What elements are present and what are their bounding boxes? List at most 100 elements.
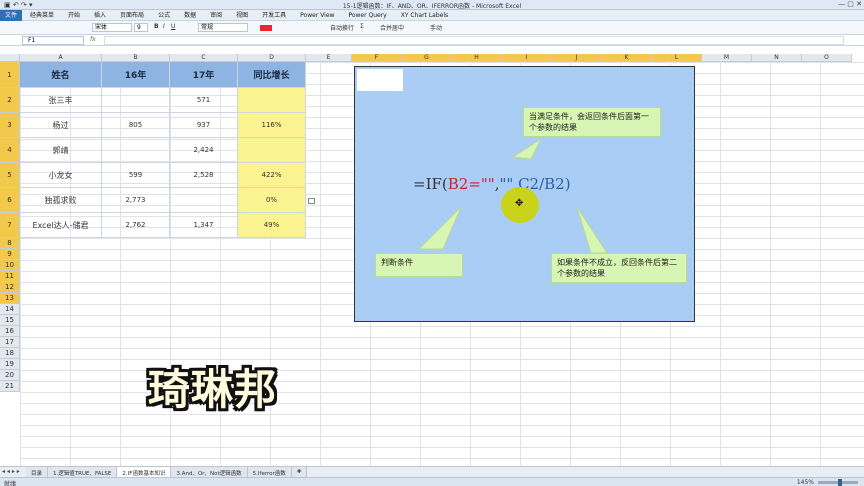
row-header-14[interactable]: 14 — [0, 304, 20, 315]
column-header-H[interactable]: H — [452, 54, 502, 62]
column-header-O[interactable]: O — [802, 54, 852, 62]
column-header-F[interactable]: F — [352, 54, 402, 62]
table-header-cell[interactable]: 16年 — [102, 62, 170, 88]
font-name-select[interactable]: 宋体 — [92, 23, 132, 32]
table-header-cell[interactable]: 17年 — [170, 62, 238, 88]
sheet-nav-arrows[interactable]: ◂ ◂ ▸ ▸ — [2, 468, 20, 475]
row-header-17[interactable]: 17 — [0, 337, 20, 348]
table-cell[interactable]: 2,773 — [102, 188, 170, 213]
menu-tab-6[interactable]: 审阅 — [210, 10, 222, 21]
table-cell[interactable]: 422% — [238, 163, 306, 188]
row-header-7[interactable]: 7 — [0, 213, 20, 238]
number-format-select[interactable]: 常规 — [198, 23, 248, 32]
font-color-icon[interactable] — [260, 25, 272, 31]
table-cell[interactable]: 2,762 — [102, 213, 170, 238]
row-header-10[interactable]: 10 — [0, 260, 20, 271]
sheet-tab-4[interactable]: 5.Iferror函数 — [247, 467, 292, 477]
table-cell[interactable]: 郭靖 — [20, 138, 102, 163]
menu-tab-2[interactable]: 插入 — [94, 10, 106, 21]
column-header-K[interactable]: K — [602, 54, 652, 62]
table-cell[interactable]: 2,528 — [170, 163, 238, 188]
table-cell[interactable]: Excel达人-储君 — [20, 213, 102, 238]
table-cell[interactable]: 49% — [238, 213, 306, 238]
name-box[interactable]: F1 — [22, 36, 84, 45]
column-header-I[interactable]: I — [502, 54, 552, 62]
table-cell[interactable]: 116% — [238, 113, 306, 138]
row-header-15[interactable]: 15 — [0, 315, 20, 326]
row-header-3[interactable]: 3 — [0, 113, 20, 138]
menu-tab-5[interactable]: 数据 — [184, 10, 196, 21]
autosum-icon[interactable]: Σ — [360, 23, 364, 30]
menu-tab-11[interactable]: XY Chart Labels — [401, 10, 448, 21]
row-header-2[interactable]: 2 — [0, 88, 20, 113]
column-header-A[interactable]: A — [20, 54, 102, 62]
column-header-J[interactable]: J — [552, 54, 602, 62]
table-cell[interactable] — [102, 88, 170, 113]
table-cell[interactable]: 独孤求败 — [20, 188, 102, 213]
sheet-tab-5[interactable]: ✚ — [291, 467, 308, 477]
row-header-5[interactable]: 5 — [0, 163, 20, 188]
column-header-E[interactable]: E — [306, 54, 352, 62]
merge-center-button[interactable]: 合并居中 — [380, 23, 404, 32]
row-header-19[interactable]: 19 — [0, 359, 20, 370]
table-cell[interactable] — [170, 188, 238, 213]
column-header-G[interactable]: G — [402, 54, 452, 62]
fx-icon[interactable]: fx — [90, 36, 96, 43]
column-header-N[interactable]: N — [752, 54, 802, 62]
underline-button[interactable]: U — [171, 23, 175, 30]
sheet-tab-0[interactable]: 目录 — [26, 467, 49, 477]
row-header-21[interactable]: 21 — [0, 381, 20, 392]
column-header-C[interactable]: C — [170, 54, 238, 62]
paste-options-icon[interactable] — [308, 198, 315, 204]
table-cell[interactable]: 杨过 — [20, 113, 102, 138]
row-header-9[interactable]: 9 — [0, 249, 20, 260]
row-header-4[interactable]: 4 — [0, 138, 20, 163]
zoom-slider[interactable] — [818, 479, 858, 486]
table-cell[interactable]: 0% — [238, 188, 306, 213]
italic-button[interactable]: I — [163, 23, 165, 30]
column-header-B[interactable]: B — [102, 54, 170, 62]
menu-tab-9[interactable]: Power View — [300, 10, 334, 21]
menu-tab-8[interactable]: 开发工具 — [262, 10, 286, 21]
hand-button[interactable]: 手动 — [430, 23, 442, 32]
table-cell[interactable]: 1,347 — [170, 213, 238, 238]
row-header-13[interactable]: 13 — [0, 293, 20, 304]
menu-tab-10[interactable]: Power Query — [348, 10, 386, 21]
formula-input[interactable] — [104, 36, 844, 45]
column-header-L[interactable]: L — [652, 54, 702, 62]
font-size-select[interactable]: 9 — [134, 23, 148, 32]
table-cell[interactable]: 937 — [170, 113, 238, 138]
sheet-tab-1[interactable]: 1.逻辑值TRUE、FALSE — [48, 467, 118, 477]
row-header-18[interactable]: 18 — [0, 348, 20, 359]
column-header-D[interactable]: D — [238, 54, 306, 62]
table-cell[interactable]: 571 — [170, 88, 238, 113]
wrap-text-button[interactable]: 自动换行 — [330, 23, 354, 32]
table-cell[interactable]: 2,424 — [170, 138, 238, 163]
menu-tab-3[interactable]: 页面布局 — [120, 10, 144, 21]
bold-button[interactable]: B — [154, 23, 159, 30]
window-controls[interactable]: — ▢ ✕ — [838, 0, 862, 8]
table-cell[interactable] — [238, 138, 306, 163]
table-cell[interactable]: 小龙女 — [20, 163, 102, 188]
row-header-8[interactable]: 8 — [0, 238, 20, 249]
menu-tab-1[interactable]: 开始 — [68, 10, 80, 21]
menu-tab-4[interactable]: 公式 — [158, 10, 170, 21]
table-cell[interactable]: 599 — [102, 163, 170, 188]
row-header-1[interactable]: 1 — [0, 62, 20, 88]
table-cell[interactable] — [102, 138, 170, 163]
menu-tab-7[interactable]: 视图 — [236, 10, 248, 21]
file-tab[interactable]: 文件 — [0, 10, 22, 21]
table-cell[interactable] — [238, 88, 306, 113]
select-all-corner[interactable] — [0, 54, 20, 62]
row-header-6[interactable]: 6 — [0, 188, 20, 213]
zoom-slider-thumb[interactable] — [837, 479, 842, 486]
row-header-16[interactable]: 16 — [0, 326, 20, 337]
column-header-M[interactable]: M — [702, 54, 752, 62]
table-header-cell[interactable]: 同比增长 — [238, 62, 306, 88]
menu-tab-0[interactable]: 经典菜单 — [30, 10, 54, 21]
sheet-tab-2[interactable]: 2.IF函数基本知识 — [117, 467, 172, 477]
sheet-tab-3[interactable]: 3.And、Or、Not逻辑函数 — [171, 467, 248, 477]
table-cell[interactable]: 805 — [102, 113, 170, 138]
row-header-20[interactable]: 20 — [0, 370, 20, 381]
row-header-11[interactable]: 11 — [0, 271, 20, 282]
